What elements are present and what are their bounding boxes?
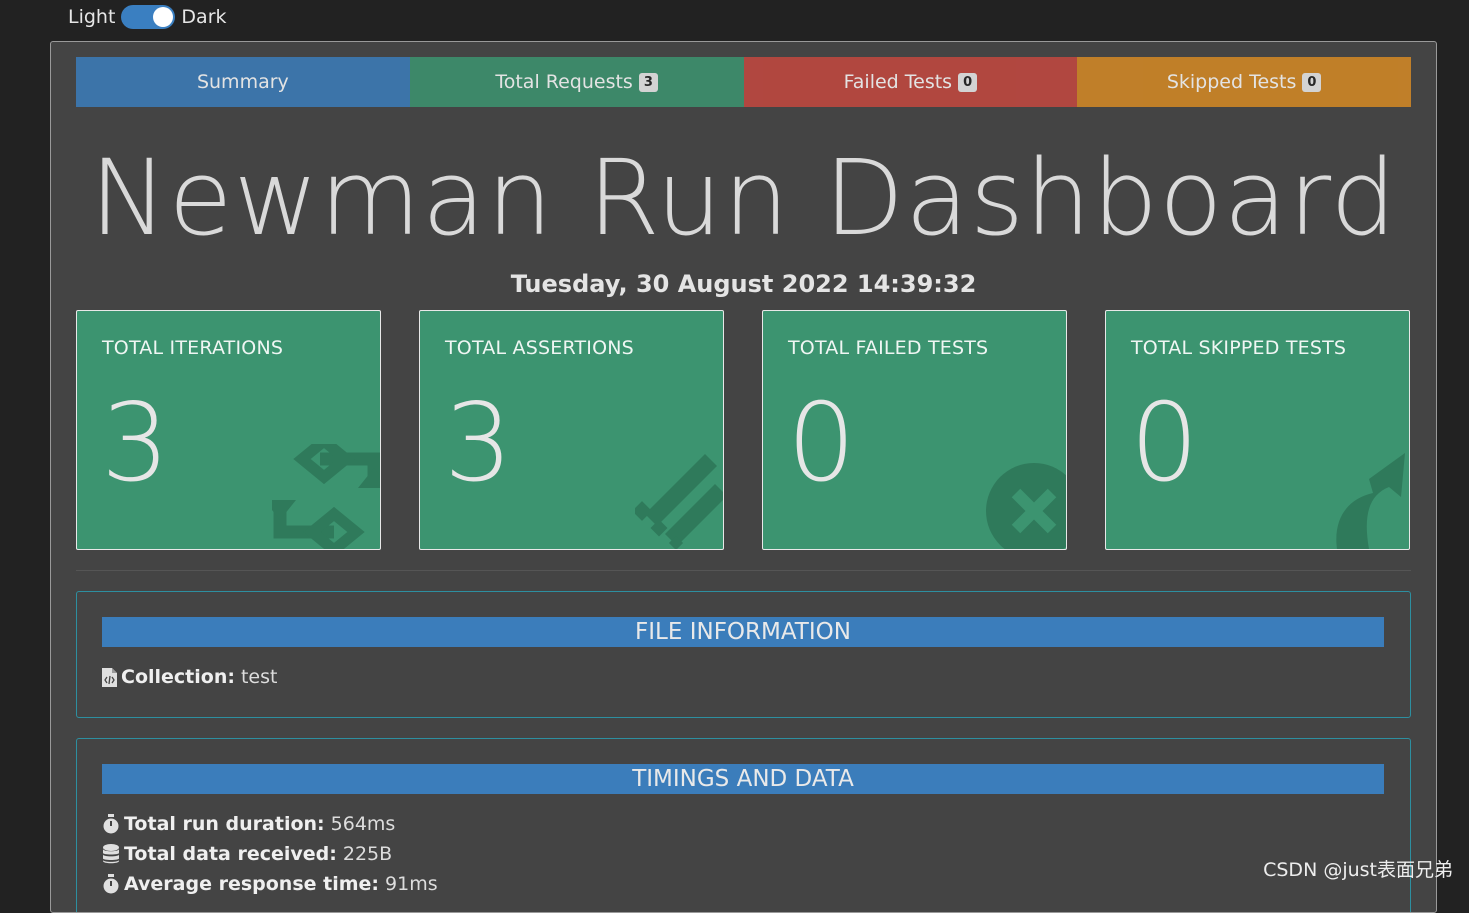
tab-summary[interactable]: Summary	[76, 57, 410, 107]
card-value: 0	[1130, 381, 1199, 506]
card-total-assertions: TOTAL ASSERTIONS 3	[419, 310, 724, 550]
card-total-skipped-tests: TOTAL SKIPPED TESTS 0	[1105, 310, 1410, 550]
stopwatch-icon	[102, 814, 120, 834]
pencil-ruler-icon	[635, 454, 724, 550]
tab-skipped-tests[interactable]: Skipped Tests 0	[1077, 57, 1411, 107]
tab-summary-label: Summary	[197, 71, 289, 93]
card-label: TOTAL ASSERTIONS	[445, 337, 634, 359]
timings-heading: TIMINGS AND DATA	[102, 764, 1384, 794]
card-total-failed-tests: TOTAL FAILED TESTS 0	[762, 310, 1067, 550]
section-divider	[76, 570, 1411, 571]
timings-section: TIMINGS AND DATA Total run duration: 564…	[76, 738, 1411, 913]
failed-tests-badge: 0	[958, 73, 977, 92]
theme-dark-label: Dark	[181, 6, 226, 28]
nav-tabs: Summary Total Requests 3 Failed Tests 0 …	[76, 57, 1411, 107]
tab-total-requests[interactable]: Total Requests 3	[410, 57, 744, 107]
timing-value: 564ms	[331, 813, 396, 835]
file-information-section: FILE INFORMATION Collection: test	[76, 591, 1411, 718]
theme-light-label: Light	[68, 6, 115, 28]
collection-info: Collection: test	[102, 666, 277, 688]
tab-failed-tests-label: Failed Tests	[844, 71, 953, 93]
card-label: TOTAL SKIPPED TESTS	[1131, 337, 1346, 359]
dashboard-panel: Summary Total Requests 3 Failed Tests 0 …	[50, 41, 1437, 913]
collection-value: test	[241, 666, 278, 688]
timing-value: 225B	[343, 843, 392, 865]
timing-item: Total run duration: 564ms	[102, 813, 395, 835]
tab-skipped-tests-label: Skipped Tests	[1167, 71, 1297, 93]
card-label: TOTAL FAILED TESTS	[788, 337, 988, 359]
stopwatch-icon	[102, 874, 120, 894]
card-label: TOTAL ITERATIONS	[102, 337, 283, 359]
theme-switch-knob	[153, 7, 173, 27]
collection-label: Collection:	[121, 666, 235, 688]
card-value: 3	[444, 381, 513, 506]
file-code-icon	[102, 668, 117, 687]
retweet-icon	[272, 444, 381, 550]
theme-switch[interactable]	[121, 5, 175, 29]
card-value: 3	[101, 381, 170, 506]
stat-cards: TOTAL ITERATIONS 3 TOTAL ASSERTIONS 3	[76, 310, 1412, 550]
file-information-heading: FILE INFORMATION	[102, 617, 1384, 647]
card-total-iterations: TOTAL ITERATIONS 3	[76, 310, 381, 550]
card-value: 0	[787, 381, 856, 506]
times-circle-icon	[972, 449, 1067, 550]
watermark: CSDN @just表面兄弟	[1263, 855, 1453, 882]
run-date: Tuesday, 30 August 2022 14:39:32	[51, 270, 1436, 298]
theme-toggle[interactable]: Light Dark	[68, 2, 227, 32]
share-arrow-icon	[1329, 449, 1410, 550]
timing-label: Total data received:	[124, 843, 337, 865]
timing-label: Total run duration:	[124, 813, 325, 835]
database-icon	[102, 844, 120, 864]
timing-item: Total data received: 225B	[102, 843, 392, 865]
tab-failed-tests[interactable]: Failed Tests 0	[744, 57, 1078, 107]
tab-total-requests-label: Total Requests	[495, 71, 633, 93]
skipped-tests-badge: 0	[1302, 73, 1321, 92]
page-title: Newman Run Dashboard	[51, 137, 1436, 259]
total-requests-badge: 3	[639, 73, 658, 92]
